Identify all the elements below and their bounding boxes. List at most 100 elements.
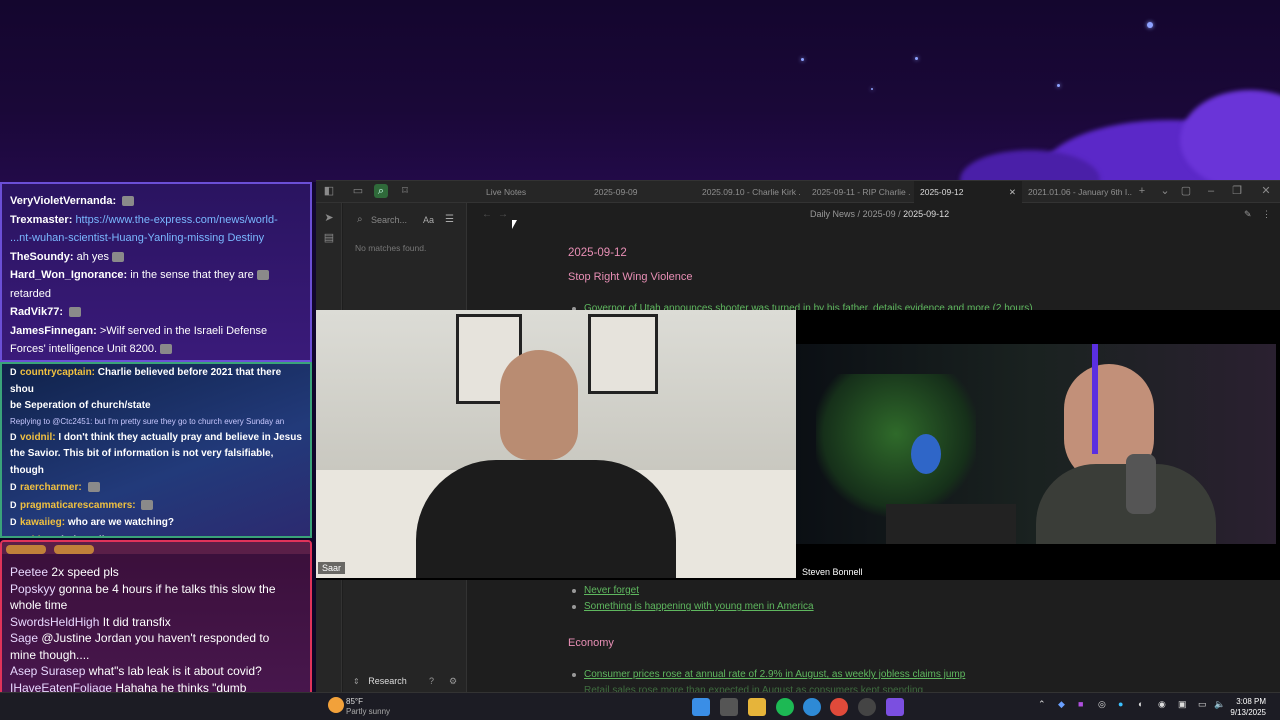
tab-5[interactable]: 2025-09-12 ✕: [914, 181, 1022, 203]
chat-text: @Justine Jordan you haven't responded to: [41, 631, 270, 645]
no-matches-text: No matches found.: [355, 243, 427, 253]
sidebar-toggle-icon[interactable]: ◧: [322, 184, 336, 198]
chat-username[interactable]: Peetee: [10, 565, 48, 579]
tab-1[interactable]: Live Notes: [480, 181, 580, 203]
chat-username[interactable]: gabba2:: [20, 535, 58, 537]
note-link[interactable]: Never forget: [584, 585, 639, 596]
send-icon[interactable]: ➤: [322, 211, 336, 225]
chat-username[interactable]: Asep Surasep: [10, 664, 85, 678]
weather-desc[interactable]: Partly sunny: [346, 707, 390, 716]
chat-link[interactable]: https://www.the-express.com/news/world-: [75, 214, 277, 226]
chat-username[interactable]: Sage: [10, 631, 38, 645]
edit-icon[interactable]: ✎: [1244, 209, 1252, 220]
volume-icon[interactable]: 🔈: [1214, 699, 1225, 710]
settings-gear-icon[interactable]: ⚙: [449, 669, 457, 693]
chat-link[interactable]: ...nt-wuhan-scientist-Huang-Yanling-miss…: [10, 232, 264, 244]
tray-app-icon[interactable]: ▣: [1178, 699, 1187, 710]
file-explorer-icon[interactable]: [748, 698, 766, 716]
tray-app-icon[interactable]: ●: [1118, 699, 1123, 709]
chat-username[interactable]: VeryVioletVernanda:: [10, 195, 116, 207]
clock[interactable]: 3:08 PM 9/13/2025: [1230, 696, 1266, 718]
tray-app-icon[interactable]: ◐: [1138, 699, 1143, 709]
tab-6[interactable]: 2021.01.06 - January 6th I...: [1022, 181, 1132, 203]
note-link[interactable]: Consumer prices rose at annual rate of 2…: [584, 669, 965, 680]
note-link[interactable]: Something is happening with young men in…: [584, 601, 814, 612]
video-feed-right: [796, 344, 1276, 544]
user-badge-icon: D: [10, 482, 17, 492]
chat-username[interactable]: voidnil:: [20, 432, 56, 443]
chat-username[interactable]: Popskyy: [10, 582, 55, 596]
bookmark-icon[interactable]: ⌑: [398, 184, 412, 198]
new-tab-icon[interactable]: +: [1135, 184, 1149, 198]
tray-app-icon[interactable]: ◉: [1158, 699, 1166, 710]
canvas-icon[interactable]: ▤: [322, 231, 336, 245]
chat-username[interactable]: kawaiieg:: [20, 517, 65, 528]
star: [1147, 22, 1153, 28]
chat-message: RadVik77:: [2, 303, 310, 322]
forward-arrow-icon[interactable]: →: [498, 209, 508, 220]
chat-message: retarded: [2, 285, 310, 304]
badge-pill: [6, 545, 46, 554]
tab-label: 2025.09.10 - Charlie Kirk ...: [702, 187, 800, 197]
chat-message: Asep Surasep what"s lab leak is it about…: [2, 663, 310, 680]
chat-username[interactable]: Hard_Won_Ignorance:: [10, 269, 127, 281]
chat-message: Popskyy gonna be 4 hours if he talks thi…: [2, 581, 310, 598]
tab-3[interactable]: 2025.09.10 - Charlie Kirk ...: [696, 181, 800, 203]
help-icon[interactable]: ?: [429, 669, 434, 693]
weather-icon[interactable]: [328, 697, 344, 713]
chevron-up-icon[interactable]: ⌃: [1038, 699, 1046, 710]
tab-4[interactable]: 2025-09-11 - RIP Charlie ...: [806, 181, 910, 203]
video-call-overlay[interactable]: Saar Steven Bonnell: [316, 310, 1280, 580]
user-badge-icon: D: [10, 431, 17, 442]
clock-time: 3:08 PM: [1236, 697, 1266, 706]
chat-message: Dpragmaticarescammers:: [2, 497, 310, 515]
chat-username[interactable]: RadVik77:: [10, 306, 63, 318]
minimize-icon[interactable]: –: [1204, 184, 1218, 198]
tab-2[interactable]: 2025-09-09: [588, 181, 688, 203]
match-case-button[interactable]: Aa: [423, 211, 434, 229]
star: [801, 58, 804, 61]
wall-frame: [588, 314, 658, 394]
network-icon[interactable]: ▭: [1198, 699, 1207, 710]
start-icon[interactable]: [692, 698, 710, 716]
obsidian-icon[interactable]: [886, 698, 904, 716]
mouse-cursor: [512, 220, 521, 229]
chat-message: Peetee 2x speed pls: [2, 564, 310, 581]
task-view-icon[interactable]: [720, 698, 738, 716]
tray-app-icon[interactable]: ◆: [1058, 699, 1065, 710]
chat-username[interactable]: TheSoundy:: [10, 251, 74, 263]
chat-panel-middle[interactable]: Dcountrycaptain: Charlie believed before…: [0, 362, 312, 538]
maximize-icon[interactable]: ❐: [1230, 184, 1244, 198]
steam-icon[interactable]: ◎: [1098, 699, 1106, 710]
back-arrow-icon[interactable]: ←: [482, 209, 492, 220]
chat-username[interactable]: pragmaticarescammers:: [20, 500, 136, 511]
chat-panel-top[interactable]: VeryVioletVernanda: Trexmaster: https://…: [0, 182, 312, 362]
breadcrumb-subfolder[interactable]: 2025-09: [863, 209, 896, 219]
search-input[interactable]: ⌕ Search...: [349, 211, 429, 229]
cloud: [1180, 90, 1280, 182]
more-options-icon[interactable]: ⋮: [1262, 209, 1271, 220]
spotify-icon[interactable]: [776, 698, 794, 716]
chat-username[interactable]: JamesFinnegan:: [10, 325, 97, 337]
chat-text: what"s lab leak is it about covid?: [88, 664, 262, 678]
chrome-icon[interactable]: [830, 698, 848, 716]
chevron-down-icon[interactable]: ⌄: [1158, 184, 1172, 198]
chat-username[interactable]: Trexmaster:: [10, 214, 72, 226]
edge-icon[interactable]: [803, 698, 821, 716]
vault-switcher[interactable]: ⇕ Research ? ⚙: [343, 669, 467, 693]
neon-light: [1092, 344, 1098, 454]
star: [1057, 84, 1060, 87]
layout-icon[interactable]: ▢: [1179, 184, 1193, 198]
weather-temp[interactable]: 85°F: [346, 697, 363, 706]
tray-app-icon[interactable]: ■: [1078, 699, 1083, 709]
search-icon[interactable]: ⌕: [374, 184, 388, 198]
chat-username[interactable]: SwordsHeldHigh: [10, 615, 99, 629]
close-tab-icon[interactable]: ✕: [1009, 181, 1016, 203]
chat-username[interactable]: raercharmer:: [20, 482, 82, 493]
close-window-icon[interactable]: ✕: [1259, 184, 1273, 198]
search-settings-icon[interactable]: ☰: [445, 211, 454, 229]
chat-username[interactable]: countrycaptain:: [20, 367, 95, 378]
folder-icon[interactable]: ▭: [351, 184, 365, 198]
breadcrumb-folder[interactable]: Daily News: [810, 209, 855, 219]
obs-icon[interactable]: [858, 698, 876, 716]
